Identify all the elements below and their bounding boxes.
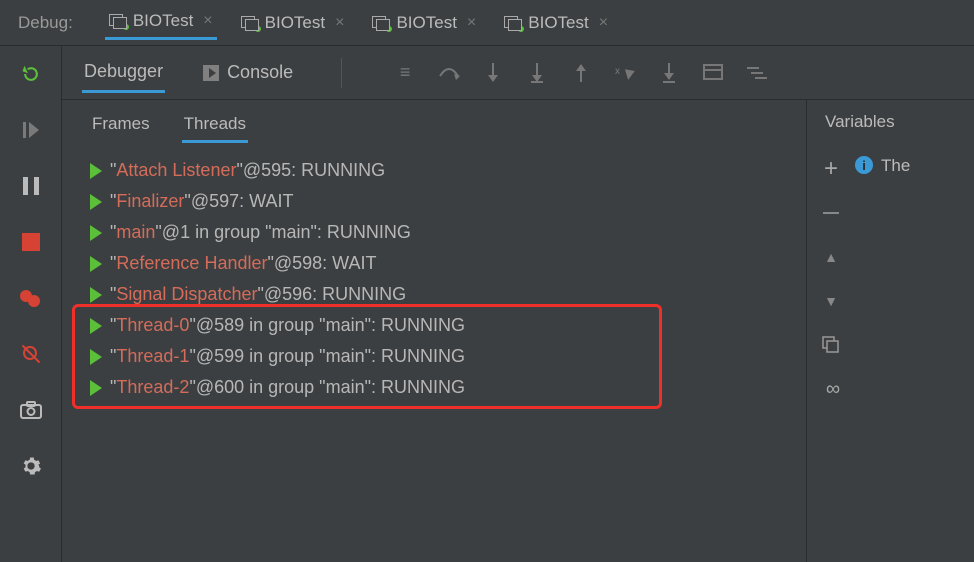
debugger-tab-row: Debugger Console ≡ bbox=[62, 46, 974, 100]
run-tab-biotest-4[interactable]: BIOTest × bbox=[500, 7, 612, 39]
rerun-button[interactable] bbox=[17, 60, 45, 88]
run-tab-biotest-2[interactable]: BIOTest × bbox=[237, 7, 349, 39]
run-config-icon bbox=[372, 16, 390, 30]
divider bbox=[341, 58, 342, 88]
run-tab-biotest-3[interactable]: BIOTest × bbox=[368, 7, 480, 39]
move-watch-up-button[interactable]: ▲ bbox=[818, 244, 844, 270]
thread-name: Finalizer bbox=[116, 191, 184, 211]
show-execution-point-icon[interactable]: ≡ bbox=[392, 60, 418, 86]
step-out-icon[interactable] bbox=[568, 60, 594, 86]
close-icon[interactable]: × bbox=[599, 14, 608, 32]
expand-icon bbox=[90, 287, 102, 303]
thread-label: "Finalizer"@597: WAIT bbox=[110, 191, 293, 212]
frames-threads-tabs: Frames Threads bbox=[62, 100, 806, 149]
minus-icon bbox=[823, 212, 839, 214]
run-tab-label: BIOTest bbox=[133, 11, 193, 31]
step-toolbar: ≡ x bbox=[392, 60, 770, 86]
console-icon bbox=[203, 65, 219, 81]
frames-threads-area: Frames Threads "Attach Listener"@595: RU… bbox=[62, 100, 806, 562]
thread-name: main bbox=[116, 222, 155, 242]
stop-button[interactable] bbox=[17, 228, 45, 256]
close-icon[interactable]: × bbox=[203, 12, 212, 30]
view-breakpoints-button[interactable] bbox=[17, 284, 45, 312]
run-config-icon bbox=[504, 16, 522, 30]
variables-message: The bbox=[881, 156, 910, 176]
expand-icon bbox=[90, 163, 102, 179]
info-icon: i bbox=[855, 156, 873, 174]
step-into-icon[interactable] bbox=[480, 60, 506, 86]
show-watches-button[interactable]: ∞ bbox=[818, 376, 844, 402]
remove-watch-button[interactable] bbox=[818, 200, 844, 226]
settings-button[interactable] bbox=[17, 452, 45, 480]
resume-icon bbox=[21, 120, 41, 140]
evaluate-expression-icon[interactable] bbox=[700, 60, 726, 86]
trace-current-stream-chain-icon[interactable] bbox=[744, 60, 770, 86]
run-tab-biotest-1[interactable]: BIOTest × bbox=[105, 5, 217, 40]
thread-name: Attach Listener bbox=[116, 160, 236, 180]
expand-icon bbox=[90, 194, 102, 210]
thread-name: Signal Dispatcher bbox=[116, 284, 257, 304]
thread-name: Reference Handler bbox=[116, 253, 267, 273]
tab-console-label: Console bbox=[227, 62, 293, 83]
rerun-icon bbox=[21, 64, 41, 84]
thread-suffix: @1 in group "main": RUNNING bbox=[162, 222, 411, 242]
tab-debugger[interactable]: Debugger bbox=[82, 53, 165, 93]
new-watch-button[interactable]: + bbox=[818, 156, 844, 182]
variables-content: i The bbox=[855, 144, 974, 562]
thread-row[interactable]: "Reference Handler"@598: WAIT bbox=[86, 248, 796, 279]
tab-threads[interactable]: Threads bbox=[182, 108, 248, 143]
thread-row[interactable]: "Finalizer"@597: WAIT bbox=[86, 186, 796, 217]
gear-icon bbox=[20, 455, 42, 477]
debug-label: Debug: bbox=[18, 13, 73, 33]
copy-icon bbox=[822, 336, 840, 354]
run-config-icon bbox=[241, 16, 259, 30]
force-step-into-icon[interactable] bbox=[524, 60, 550, 86]
run-tab-label: BIOTest bbox=[396, 13, 456, 33]
move-watch-down-button[interactable]: ▼ bbox=[818, 288, 844, 314]
tab-console[interactable]: Console bbox=[201, 54, 295, 91]
drop-frame-icon[interactable]: x bbox=[612, 60, 638, 86]
thread-suffix: @598: WAIT bbox=[274, 253, 377, 273]
expand-icon bbox=[90, 256, 102, 272]
mute-breakpoints-icon bbox=[22, 345, 40, 363]
thread-row[interactable]: "main"@1 in group "main": RUNNING bbox=[86, 217, 796, 248]
tab-frames[interactable]: Frames bbox=[90, 108, 152, 143]
thread-label: "main"@1 in group "main": RUNNING bbox=[110, 222, 411, 243]
variables-action-rail: + ▲ ▼ ∞ bbox=[807, 144, 855, 562]
stop-icon bbox=[22, 233, 40, 251]
close-icon[interactable]: × bbox=[335, 14, 344, 32]
thread-label: "Attach Listener"@595: RUNNING bbox=[110, 160, 385, 181]
main-panel: Debugger Console ≡ bbox=[62, 46, 974, 562]
annotation-highlight-box bbox=[72, 304, 662, 409]
step-over-icon[interactable] bbox=[436, 60, 462, 86]
variables-panel: Variables + ▲ ▼ ∞ i The bbox=[806, 100, 974, 562]
thread-list: "Attach Listener"@595: RUNNING "Finalizer… bbox=[62, 149, 806, 413]
duplicate-watch-button[interactable] bbox=[818, 332, 844, 358]
run-config-icon bbox=[109, 14, 127, 28]
thread-suffix: @597: WAIT bbox=[191, 191, 294, 211]
svg-text:x: x bbox=[615, 66, 620, 77]
pause-icon bbox=[22, 176, 40, 196]
resume-button[interactable] bbox=[17, 116, 45, 144]
expand-icon bbox=[90, 225, 102, 241]
top-run-tabs-bar: Debug: BIOTest × BIOTest × BIOTest × BIO… bbox=[0, 0, 974, 46]
left-action-rail bbox=[0, 46, 62, 562]
thread-row[interactable]: "Attach Listener"@595: RUNNING bbox=[86, 155, 796, 186]
mute-breakpoints-button[interactable] bbox=[17, 340, 45, 368]
run-tab-label: BIOTest bbox=[265, 13, 325, 33]
variables-header: Variables bbox=[807, 100, 974, 144]
thread-suffix: @595: RUNNING bbox=[243, 160, 385, 180]
pause-button[interactable] bbox=[17, 172, 45, 200]
run-tab-label: BIOTest bbox=[528, 13, 588, 33]
thread-label: "Reference Handler"@598: WAIT bbox=[110, 253, 377, 274]
close-icon[interactable]: × bbox=[467, 14, 476, 32]
thread-suffix: @596: RUNNING bbox=[264, 284, 406, 304]
thread-label: "Signal Dispatcher"@596: RUNNING bbox=[110, 284, 406, 305]
thread-dump-button[interactable] bbox=[17, 396, 45, 424]
breakpoints-icon bbox=[20, 290, 42, 306]
camera-icon bbox=[20, 401, 42, 419]
run-to-cursor-icon[interactable] bbox=[656, 60, 682, 86]
